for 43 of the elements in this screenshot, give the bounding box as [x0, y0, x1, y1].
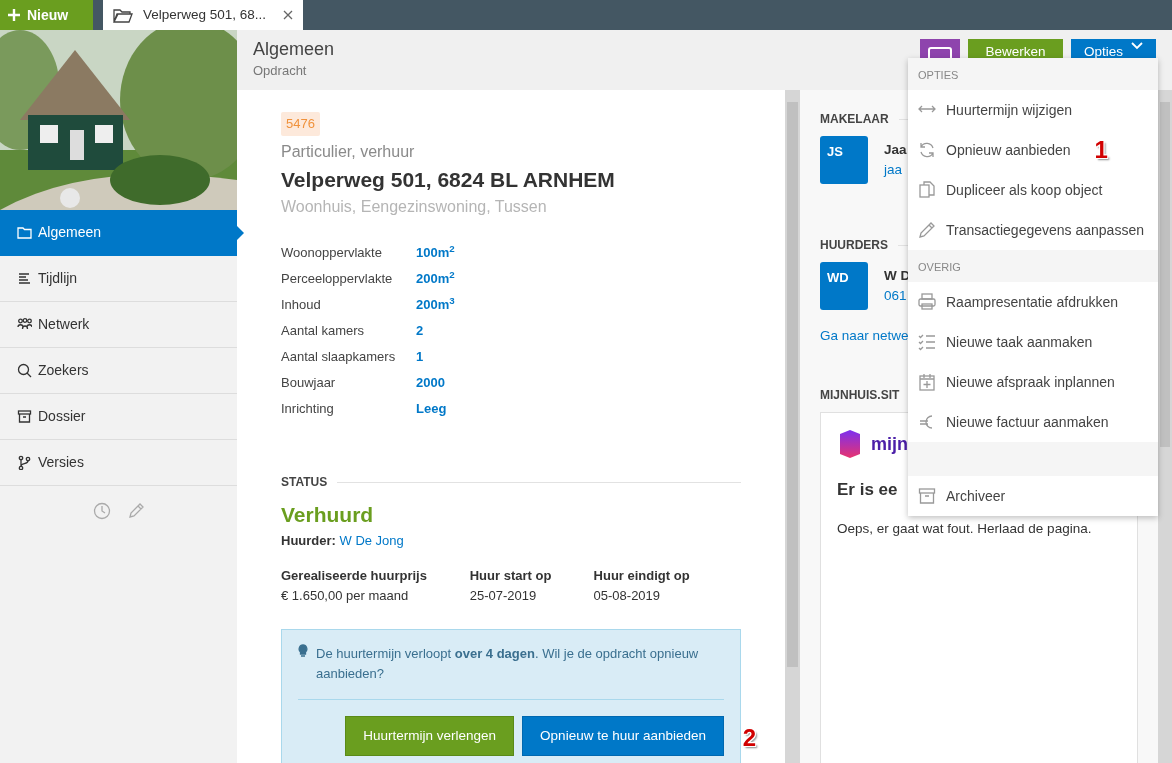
property-value: Leeg — [416, 400, 447, 418]
page-title: Algemeen — [253, 39, 335, 61]
property-label: Aantal kamers — [281, 322, 366, 340]
page-subtitle: Opdracht — [253, 61, 308, 80]
error-message: Oeps, er gaat wat fout. Herlaad de pagina. — [837, 519, 1093, 538]
address-title: Velperweg 501, 6824 BL ARNHEM — [281, 166, 616, 193]
fact-value: € 1.650,00 per maand — [281, 586, 410, 605]
fact-value: 05-08-2019 — [593, 586, 662, 605]
property-value: 100m$^{2}$ — [416, 243, 455, 262]
property-type: Woonhuis, Eengezinswoning, Tussen — [281, 197, 548, 217]
fact-label: Gerealiseerde huurprijs — [281, 567, 428, 585]
tenant-text: Huurder: W De Jong — [281, 531, 405, 550]
section-heading: MIJNHUIS.SIT — [820, 387, 900, 405]
avatar: JS — [820, 136, 868, 184]
property-value: 200m$^{2}$ — [416, 269, 455, 288]
property-value: 2 — [416, 322, 424, 340]
property-label: Bouwjaar — [281, 374, 337, 392]
error-title: Er is ee — [837, 480, 898, 500]
avatar: WD — [820, 262, 868, 310]
section-heading: HUURDERS — [820, 237, 888, 254]
section-heading: STATUS — [281, 474, 328, 491]
callout-number: 1 — [1094, 138, 1108, 162]
notice-text: De huurtermijn verloopt over 4 dagen. Wil je de opdracht opnieuw aanbieden? — [316, 645, 700, 683]
fact-label: Huur start op — [469, 567, 553, 585]
category-text: Particulier, verhuur — [281, 141, 416, 162]
fact-value: 25-07-2019 — [469, 586, 538, 605]
status-value: Verhuurd — [281, 502, 375, 528]
section-heading: MAKELAAR — [820, 111, 889, 128]
property-label: Inrichting — [281, 400, 335, 418]
property-label: Aantal slaapkamers — [281, 348, 397, 366]
property-value: 2000 — [416, 374, 445, 392]
menu-section-heading: OVERIG — [918, 261, 961, 273]
contact-name: Jaa — [884, 141, 907, 159]
callout-number: 2 — [742, 726, 756, 750]
property-label: Woonoppervlakte — [281, 244, 383, 262]
property-label: Perceeloppervlakte — [281, 270, 394, 288]
logo-text: mijn — [871, 432, 908, 456]
id-tag: 5476 — [281, 112, 320, 136]
menu-section-heading: OPTIES — [918, 69, 959, 81]
fact-label: Huur eindigt op — [593, 567, 691, 585]
property-value: 1 — [416, 348, 424, 366]
property-label: Inhoud — [281, 296, 322, 314]
property-value: 200m$^{3}$ — [416, 295, 455, 314]
